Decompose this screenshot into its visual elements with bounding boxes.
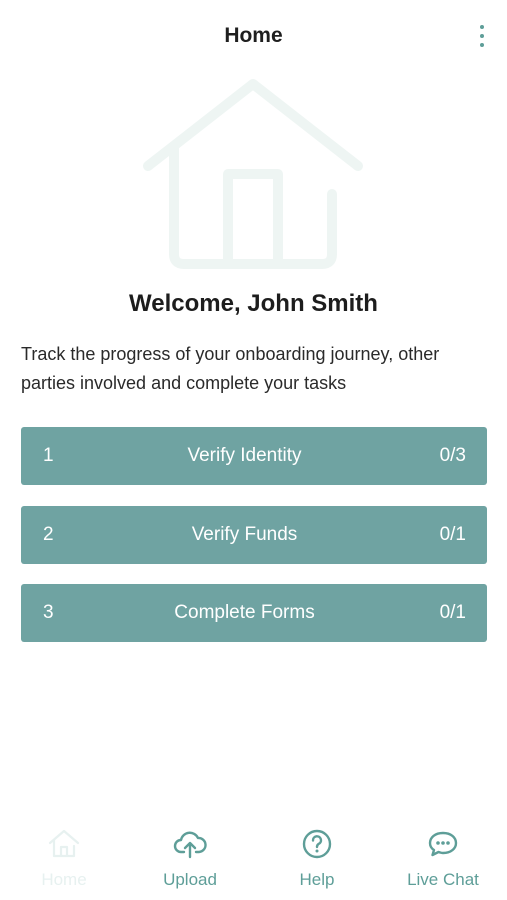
nav-home[interactable]: Home — [1, 828, 127, 898]
task-progress: 0/1 — [439, 602, 466, 623]
app-header: Home — [0, 0, 507, 72]
task-complete-forms[interactable]: 3 Complete Forms 0/1 — [21, 584, 487, 642]
nav-upload-label: Upload — [163, 870, 217, 889]
page-title: Home — [224, 24, 283, 47]
chat-icon — [428, 831, 458, 857]
nav-help[interactable]: Help — [254, 828, 380, 898]
nav-help-label: Help — [299, 870, 335, 889]
nav-home-label: Home — [41, 870, 87, 889]
upload-cloud-icon — [173, 831, 207, 859]
task-label: Verify Identity — [187, 445, 302, 466]
task-verify-funds[interactable]: 2 Verify Funds 0/1 — [21, 506, 487, 564]
help-icon — [302, 829, 332, 859]
nav-live-chat-label: Live Chat — [407, 870, 479, 889]
home-icon — [48, 829, 80, 858]
welcome-heading: Welcome, John Smith — [129, 290, 378, 317]
home-illustration-icon — [143, 79, 363, 269]
more-options-icon[interactable] — [470, 20, 494, 52]
task-verify-identity[interactable]: 1 Verify Identity 0/3 — [21, 427, 487, 485]
nav-upload[interactable]: Upload — [127, 828, 253, 898]
onboarding-description: Track the progress of your onboarding jo… — [21, 344, 440, 393]
bottom-navigation: Home Upload Help Live Chat — [0, 820, 507, 900]
task-progress: 0/3 — [439, 445, 466, 466]
nav-live-chat[interactable]: Live Chat — [380, 828, 506, 898]
task-progress: 0/1 — [439, 524, 466, 545]
task-label: Verify Funds — [191, 524, 298, 545]
task-label: Complete Forms — [174, 602, 315, 623]
